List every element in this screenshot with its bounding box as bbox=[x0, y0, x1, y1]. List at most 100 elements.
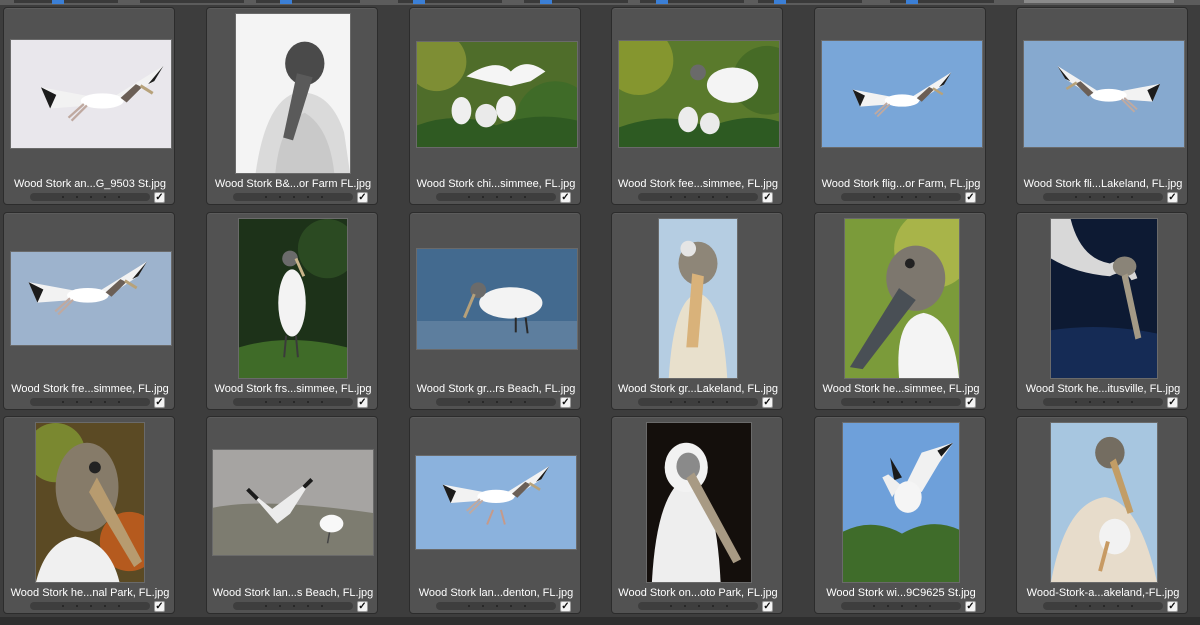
star-rating[interactable] bbox=[638, 398, 758, 406]
rating-dot[interactable] bbox=[482, 401, 484, 403]
rating-dot[interactable] bbox=[1103, 401, 1105, 403]
rating-dot[interactable] bbox=[726, 196, 728, 198]
rating-dot[interactable] bbox=[1075, 605, 1077, 607]
thumbnail-cell[interactable]: Wood-Stork-a...akeland,-FL.jpg ✓ bbox=[1016, 416, 1188, 614]
rating-dot[interactable] bbox=[1075, 196, 1077, 198]
rating-dot[interactable] bbox=[712, 196, 714, 198]
thumbnail-cell[interactable]: Wood Stork an...G_9503 St.jpg ✓ bbox=[3, 7, 175, 205]
rating-dot[interactable] bbox=[712, 401, 714, 403]
rating-dot[interactable] bbox=[90, 401, 92, 403]
rating-dot[interactable] bbox=[90, 605, 92, 607]
star-rating[interactable] bbox=[1043, 602, 1163, 610]
thumbnail-image[interactable] bbox=[821, 40, 983, 148]
star-rating[interactable] bbox=[233, 602, 353, 610]
rating-dot[interactable] bbox=[62, 605, 64, 607]
rating-dot[interactable] bbox=[118, 605, 120, 607]
star-rating[interactable] bbox=[1043, 193, 1163, 201]
thumbnail-image[interactable] bbox=[1050, 218, 1158, 379]
rating-dot[interactable] bbox=[118, 196, 120, 198]
thumbnail-cell[interactable]: Wood Stork fre...simmee, FL.jpg ✓ bbox=[3, 212, 175, 410]
select-checkbox[interactable]: ✓ bbox=[357, 192, 368, 203]
rating-dot[interactable] bbox=[76, 401, 78, 403]
rating-dot[interactable] bbox=[1075, 401, 1077, 403]
thumbnail-image[interactable] bbox=[842, 422, 960, 583]
rating-dot[interactable] bbox=[468, 401, 470, 403]
rating-dot[interactable] bbox=[468, 196, 470, 198]
thumbnail-cell[interactable]: Wood Stork flig...or Farm, FL.jpg ✓ bbox=[814, 7, 986, 205]
star-rating[interactable] bbox=[233, 193, 353, 201]
select-checkbox[interactable]: ✓ bbox=[560, 397, 571, 408]
rating-dot[interactable] bbox=[468, 605, 470, 607]
rating-dot[interactable] bbox=[915, 401, 917, 403]
rating-dot[interactable] bbox=[698, 196, 700, 198]
thumbnail-image[interactable] bbox=[10, 39, 172, 149]
rating-dot[interactable] bbox=[901, 605, 903, 607]
rating-dot[interactable] bbox=[1117, 401, 1119, 403]
rating-dot[interactable] bbox=[496, 605, 498, 607]
rating-dot[interactable] bbox=[265, 605, 267, 607]
rating-dot[interactable] bbox=[670, 401, 672, 403]
select-checkbox[interactable]: ✓ bbox=[965, 601, 976, 612]
rating-dot[interactable] bbox=[510, 196, 512, 198]
thumbnail-image[interactable] bbox=[10, 251, 172, 346]
thumbnail-cell[interactable]: Wood Stork gr...rs Beach, FL.jpg ✓ bbox=[409, 212, 581, 410]
select-checkbox[interactable]: ✓ bbox=[1167, 397, 1178, 408]
thumbnail-cell[interactable]: Wood Stork he...itusville, FL.jpg ✓ bbox=[1016, 212, 1188, 410]
star-rating[interactable] bbox=[1043, 398, 1163, 406]
thumbnail-image[interactable] bbox=[618, 40, 780, 148]
select-checkbox[interactable]: ✓ bbox=[965, 192, 976, 203]
select-checkbox[interactable]: ✓ bbox=[762, 192, 773, 203]
rating-dot[interactable] bbox=[698, 401, 700, 403]
rating-dot[interactable] bbox=[1103, 605, 1105, 607]
rating-dot[interactable] bbox=[1131, 605, 1133, 607]
thumbnail-image[interactable] bbox=[212, 449, 374, 556]
rating-dot[interactable] bbox=[321, 196, 323, 198]
select-checkbox[interactable]: ✓ bbox=[965, 397, 976, 408]
star-rating[interactable] bbox=[436, 602, 556, 610]
select-checkbox[interactable]: ✓ bbox=[762, 601, 773, 612]
rating-dot[interactable] bbox=[670, 605, 672, 607]
select-checkbox[interactable]: ✓ bbox=[560, 601, 571, 612]
select-checkbox[interactable]: ✓ bbox=[357, 397, 368, 408]
rating-dot[interactable] bbox=[104, 196, 106, 198]
star-rating[interactable] bbox=[233, 398, 353, 406]
rating-dot[interactable] bbox=[524, 401, 526, 403]
thumbnail-image[interactable] bbox=[35, 422, 145, 583]
rating-dot[interactable] bbox=[901, 401, 903, 403]
star-rating[interactable] bbox=[436, 193, 556, 201]
thumbnail-cell[interactable]: Wood Stork fli...Lakeland, FL.jpg ✓ bbox=[1016, 7, 1188, 205]
rating-dot[interactable] bbox=[293, 196, 295, 198]
thumbnail-image[interactable] bbox=[1023, 40, 1185, 148]
rating-dot[interactable] bbox=[104, 401, 106, 403]
rating-dot[interactable] bbox=[929, 401, 931, 403]
rating-dot[interactable] bbox=[684, 401, 686, 403]
select-checkbox[interactable]: ✓ bbox=[154, 192, 165, 203]
select-checkbox[interactable]: ✓ bbox=[154, 397, 165, 408]
rating-dot[interactable] bbox=[104, 605, 106, 607]
rating-dot[interactable] bbox=[929, 605, 931, 607]
thumbnail-image[interactable] bbox=[415, 455, 577, 550]
rating-dot[interactable] bbox=[887, 401, 889, 403]
rating-dot[interactable] bbox=[279, 196, 281, 198]
rating-dot[interactable] bbox=[1131, 401, 1133, 403]
rating-dot[interactable] bbox=[873, 401, 875, 403]
star-rating[interactable] bbox=[436, 398, 556, 406]
rating-dot[interactable] bbox=[482, 196, 484, 198]
rating-dot[interactable] bbox=[496, 401, 498, 403]
star-rating[interactable] bbox=[30, 398, 150, 406]
select-checkbox[interactable]: ✓ bbox=[357, 601, 368, 612]
rating-dot[interactable] bbox=[901, 196, 903, 198]
bottom-scroll-strip[interactable] bbox=[0, 617, 1200, 625]
star-rating[interactable] bbox=[30, 602, 150, 610]
rating-dot[interactable] bbox=[76, 196, 78, 198]
rating-dot[interactable] bbox=[62, 401, 64, 403]
rating-dot[interactable] bbox=[496, 196, 498, 198]
thumbnail-image[interactable] bbox=[844, 218, 960, 379]
star-rating[interactable] bbox=[638, 602, 758, 610]
rating-dot[interactable] bbox=[1089, 605, 1091, 607]
rating-dot[interactable] bbox=[321, 605, 323, 607]
rating-dot[interactable] bbox=[873, 196, 875, 198]
thumbnail-image[interactable] bbox=[235, 13, 351, 174]
rating-dot[interactable] bbox=[76, 605, 78, 607]
rating-dot[interactable] bbox=[307, 401, 309, 403]
